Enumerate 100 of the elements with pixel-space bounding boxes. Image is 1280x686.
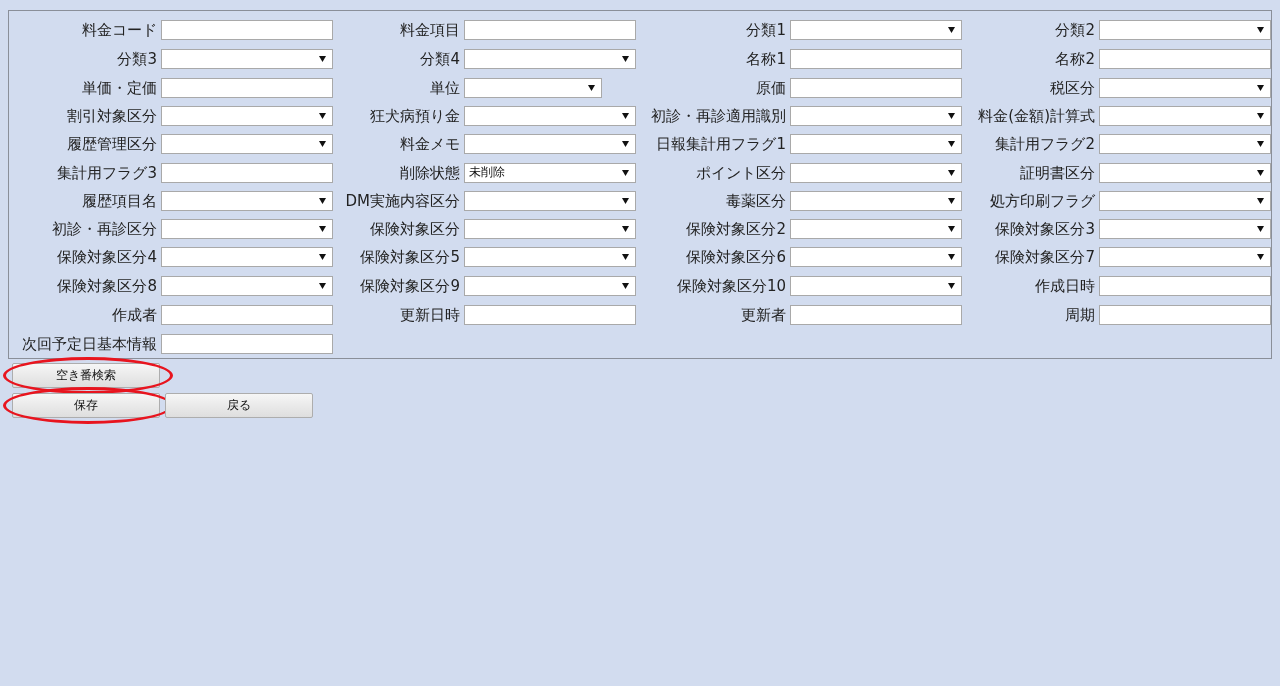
dropdown-field[interactable]: [1099, 134, 1271, 154]
dropdown-field[interactable]: [790, 191, 962, 211]
field-label: 作成者: [111, 304, 157, 325]
dropdown-field[interactable]: [790, 19, 962, 40]
caret-icon: [622, 169, 629, 176]
field-label: 削除状態: [399, 162, 460, 183]
caret-icon: [948, 282, 955, 289]
dropdown-field[interactable]: [790, 134, 962, 154]
field-label: 割引対象区分: [66, 106, 157, 126]
text-field[interactable]: [161, 305, 333, 325]
dropdown-field[interactable]: [464, 106, 636, 126]
dropdown-field[interactable]: [161, 219, 333, 239]
text-field[interactable]: [1099, 49, 1271, 69]
caret-icon: [588, 84, 595, 91]
field-label: DM実施内容区分: [344, 191, 460, 211]
caret-icon: [319, 282, 326, 289]
field-label: 次回予定日基本情報: [21, 333, 157, 354]
field-label: 分類4: [419, 48, 460, 69]
dropdown-field[interactable]: 未削除: [464, 162, 636, 183]
caret-icon: [319, 141, 326, 147]
caret-icon: [622, 254, 629, 260]
caret-icon: [319, 198, 326, 204]
field-label: 狂犬病預り金: [369, 106, 460, 126]
field-label: 保険対象区分9: [359, 275, 460, 296]
action-button[interactable]: 空き番検索: [12, 363, 160, 388]
dropdown-field[interactable]: [161, 134, 333, 154]
dropdown-field[interactable]: [464, 48, 636, 69]
field-label: 単位: [429, 77, 460, 98]
text-field[interactable]: [1099, 305, 1271, 325]
dropdown-field[interactable]: [1099, 191, 1271, 211]
text-field[interactable]: [161, 163, 333, 183]
field-label: 料金項目: [399, 19, 460, 40]
field-label: 名称1: [745, 48, 786, 69]
dropdown-field[interactable]: [161, 106, 333, 126]
field-label: 保険対象区分7: [994, 247, 1095, 267]
field-label: 初診・再診適用識別: [650, 106, 786, 126]
field-label: 保険対象区分6: [685, 247, 786, 267]
dropdown-field[interactable]: [464, 275, 636, 296]
action-button[interactable]: 戻る: [165, 393, 313, 418]
caret-icon: [622, 55, 629, 62]
text-field[interactable]: [790, 49, 962, 69]
field-label: 作成日時: [1034, 275, 1095, 296]
dropdown-field[interactable]: [464, 134, 636, 154]
field-label: 料金(金額)計算式: [977, 106, 1095, 126]
dropdown-field[interactable]: [161, 275, 333, 296]
field-label: 保険対象区分8: [56, 275, 157, 296]
caret-icon: [948, 113, 955, 119]
dropdown-field[interactable]: [464, 247, 636, 267]
dropdown-field[interactable]: [1099, 247, 1271, 267]
caret-icon: [948, 26, 955, 33]
text-field[interactable]: [161, 78, 333, 98]
field-label: 分類2: [1054, 19, 1095, 40]
dropdown-field[interactable]: [464, 191, 636, 211]
field-label: 証明書区分: [1019, 162, 1095, 183]
text-field[interactable]: [790, 78, 962, 98]
caret-icon: [1257, 141, 1264, 147]
dropdown-field[interactable]: [790, 162, 962, 183]
dropdown-field[interactable]: [161, 191, 333, 211]
field-label: 単価・定価: [81, 77, 157, 98]
dropdown-field[interactable]: [790, 219, 962, 239]
field-label: 税区分: [1049, 77, 1095, 98]
caret-icon: [1257, 84, 1264, 91]
field-label: 保険対象区分5: [359, 247, 460, 267]
dropdown-field[interactable]: [161, 247, 333, 267]
caret-icon: [622, 113, 629, 119]
field-label: 保険対象区分3: [994, 219, 1095, 239]
field-label: 初診・再診区分: [51, 219, 157, 239]
text-field[interactable]: [1099, 276, 1271, 296]
field-label: 周期: [1064, 304, 1095, 325]
dropdown-field[interactable]: [464, 219, 636, 239]
field-label: 履歴項目名: [81, 191, 157, 211]
dropdown-field[interactable]: [464, 77, 602, 98]
field-label: 集計用フラグ3: [56, 162, 157, 183]
caret-icon: [622, 282, 629, 289]
text-field[interactable]: [464, 20, 636, 40]
dropdown-field[interactable]: [790, 247, 962, 267]
text-field[interactable]: [790, 305, 962, 325]
field-label: 原価: [755, 77, 786, 98]
dropdown-field[interactable]: [1099, 19, 1271, 40]
caret-icon: [1257, 26, 1264, 33]
caret-icon: [319, 55, 326, 62]
caret-icon: [1257, 226, 1264, 232]
caret-icon: [1257, 169, 1264, 176]
caret-icon: [622, 226, 629, 232]
text-field[interactable]: [161, 20, 333, 40]
dropdown-field[interactable]: [790, 106, 962, 126]
field-label: 料金コード: [81, 19, 157, 40]
dropdown-field[interactable]: [161, 48, 333, 69]
caret-icon: [1257, 254, 1264, 260]
dropdown-field[interactable]: [1099, 106, 1271, 126]
caret-icon: [622, 141, 629, 147]
action-button[interactable]: 保存: [12, 393, 160, 418]
field-label: 更新日時: [399, 304, 460, 325]
text-field[interactable]: [161, 334, 333, 354]
dropdown-field[interactable]: [790, 275, 962, 296]
field-label: 集計用フラグ2: [994, 134, 1095, 154]
text-field[interactable]: [464, 305, 636, 325]
dropdown-field[interactable]: [1099, 162, 1271, 183]
dropdown-field[interactable]: [1099, 219, 1271, 239]
dropdown-field[interactable]: [1099, 77, 1271, 98]
